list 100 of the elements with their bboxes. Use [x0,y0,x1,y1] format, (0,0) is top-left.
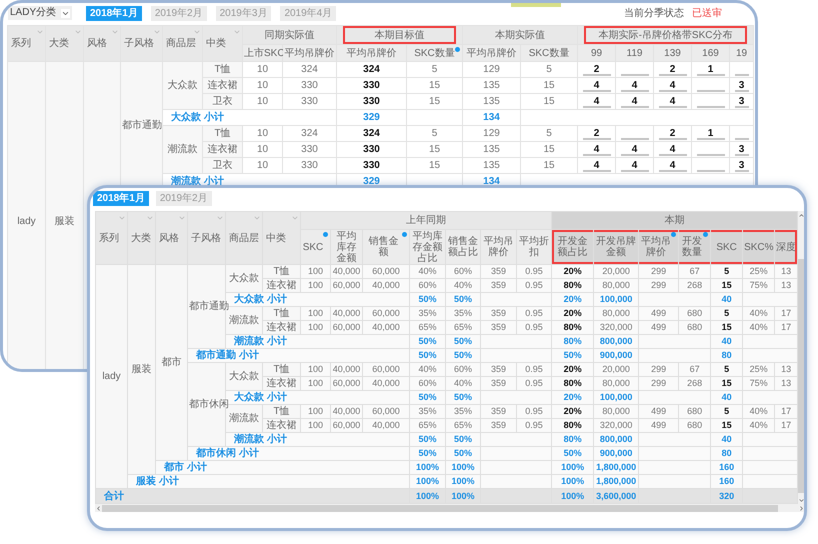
category-select[interactable]: LADY分类 [8,6,72,20]
row-label: 连衣裙 [266,378,296,389]
column-header: 99 [590,48,602,58]
table-cell: 324 [363,64,380,75]
table-cell: 5 [432,128,438,139]
number-input[interactable]: 4 [620,96,648,108]
row-label: 潮流款 [229,315,259,326]
number-input[interactable]: 1 [696,64,724,76]
sort-caret-icon[interactable] [291,214,299,222]
column-header: 中类 [206,38,226,49]
table-cell: 100% [416,462,440,472]
number-input[interactable]: 4 [582,96,610,108]
table-cell: 50% [418,434,436,444]
sort-caret-icon[interactable] [178,214,186,222]
table-cell: 0.95 [525,406,543,416]
table-cell: 25% [750,364,768,374]
sort-caret-icon[interactable] [118,214,126,222]
sort-caret-icon[interactable] [233,28,241,36]
table-cell: 324 [301,128,318,139]
table-cell: 324 [301,64,318,75]
column-header: 169 [702,48,719,58]
number-input[interactable]: 2 [582,64,610,76]
table-cell: 499 [651,406,666,416]
sort-caret-icon[interactable] [216,214,224,222]
table-cell: 15 [543,80,555,91]
sort-caret-icon[interactable] [153,28,161,36]
column-header: 119 [626,48,642,58]
table-cell: 17 [781,406,792,416]
row-label: T恤 [273,266,290,277]
table-cell: 20% [564,308,582,318]
column-header: SKC [302,242,324,252]
column-header: 19 [736,48,748,58]
row-label: 都市休闲 [189,399,229,410]
subtotal-label: 潮流款 小计 [171,176,224,187]
table-cell: 65% [454,420,472,430]
table-cell: 160 [719,476,734,486]
number-input[interactable]: 4 [658,160,686,172]
column-group-header: 本期 [664,215,685,226]
table-cell: 60,000 [372,406,400,416]
number-input[interactable]: 2 [658,128,686,140]
number-input[interactable]: 3 [734,80,749,92]
table-cell: 40 [722,434,732,444]
table-cell: 40,000 [332,364,360,374]
table-cell: 100% [416,476,440,486]
column-header: 子风格 [124,38,154,49]
number-input[interactable]: 4 [658,96,686,108]
number-input[interactable]: 4 [620,144,648,156]
sort-caret-icon[interactable] [36,28,44,36]
number-input[interactable]: 4 [620,160,648,172]
table-cell: 65% [418,420,436,430]
scroll-right-icon[interactable] [798,504,804,512]
table-cell: 100 [308,378,324,388]
table-cell: 0.95 [525,308,543,318]
table-cell: 15 [428,96,440,107]
row-label: T恤 [273,364,290,375]
sort-caret-icon[interactable] [74,28,82,36]
vertical-scrollbar[interactable] [798,211,804,504]
table-cell: 50% [418,392,436,402]
table-cell: 359 [490,280,506,290]
column-header: 大类 [49,38,69,49]
table-cell: 40% [418,364,436,374]
column-header: 平均库存金额 [336,230,358,264]
table-cell: 50% [454,434,472,444]
table-cell: 25% [750,266,768,276]
table-cell: 0.95 [525,280,543,290]
table-cell: 129 [483,64,500,75]
number-input[interactable]: 4 [658,80,686,92]
row-label: lady [102,371,121,382]
row-label: 连衣裙 [266,280,296,291]
number-input[interactable]: 3 [734,160,749,172]
table-cell: 320,000 [600,420,632,430]
number-input[interactable]: 3 [734,96,749,108]
number-input[interactable]: 2 [658,64,686,76]
table-cell: 80,000 [602,280,630,290]
sort-caret-icon[interactable] [146,214,154,222]
table-cell: 40,000 [372,280,400,290]
number-input[interactable]: 3 [734,144,749,156]
number-input[interactable]: 4 [620,80,648,92]
table-cell: 60,000 [372,364,400,374]
number-input[interactable]: 4 [582,160,610,172]
sort-caret-icon[interactable] [253,214,261,222]
row-label: 卫衣 [212,160,232,171]
status-label: 当前分季状态 [624,6,684,20]
number-input[interactable]: 4 [658,144,686,156]
number-input[interactable]: 2 [582,128,610,140]
sort-caret-icon[interactable] [193,28,201,36]
table-cell: 129 [483,128,500,139]
scroll-up-icon[interactable] [798,212,804,219]
subtotal-label: 都市 小计 [164,462,207,473]
number-input[interactable]: 1 [696,128,724,140]
scroll-down-icon[interactable] [798,497,804,504]
subtotal-label: 都市通勤 小计 [196,350,259,361]
horizontal-scrollbar[interactable] [95,504,804,512]
scroll-left-icon[interactable] [95,504,102,512]
number-input[interactable]: 4 [582,80,610,92]
table-cell: 80% [564,420,582,430]
sort-caret-icon[interactable] [111,28,119,36]
table-cell: 100% [451,476,475,486]
table-cell: 40% [750,322,768,332]
number-input[interactable]: 4 [582,144,610,156]
